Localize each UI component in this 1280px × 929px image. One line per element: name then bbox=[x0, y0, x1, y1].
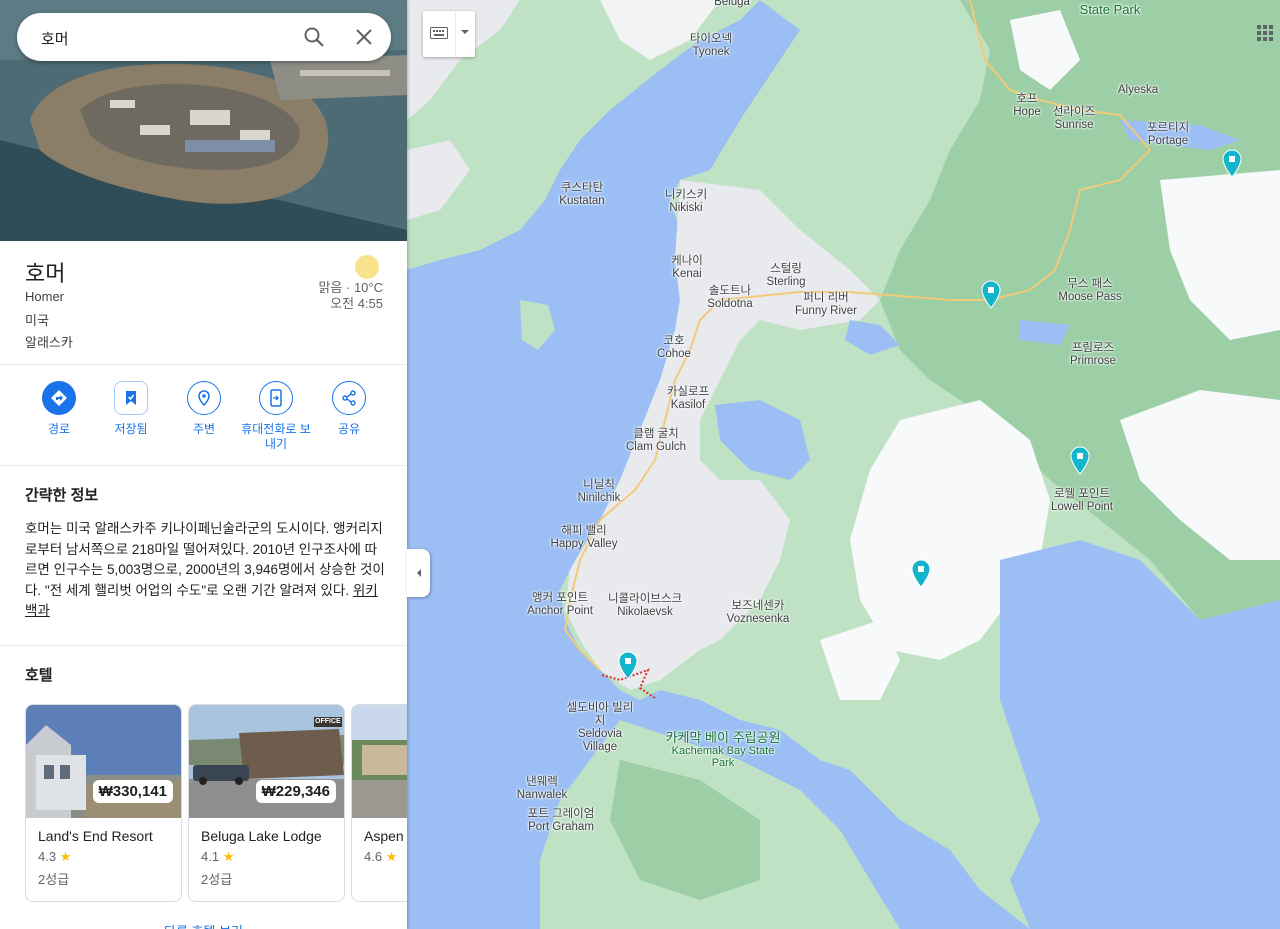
overview-text: 호머는 미국 알래스카주 키나이페닌술라군의 도시이다. 앵커리지로부터 남서쪽… bbox=[25, 521, 385, 618]
map-label-tyonek[interactable]: 타이오넥 Tyonek bbox=[690, 33, 732, 59]
hotel-name: Aspen bbox=[364, 828, 404, 844]
map-label-lowell-point[interactable]: 로웰 포인트 Lowell Point bbox=[1051, 488, 1113, 514]
hotel-photo bbox=[352, 705, 407, 818]
hotel-rating: 4.3 ★ bbox=[38, 849, 72, 864]
star-icon: ★ bbox=[385, 849, 398, 864]
map-label-cohoe[interactable]: 코호 Cohoe bbox=[657, 335, 691, 361]
hotel-class: 2성급 bbox=[38, 872, 70, 887]
divider bbox=[0, 364, 407, 365]
place-region: 알래스카 bbox=[25, 335, 73, 350]
map-label-voznesenka[interactable]: 보즈네센카 Voznesenka bbox=[727, 600, 790, 626]
hotel-card[interactable]: Aspen 4.6 ★ bbox=[351, 704, 407, 902]
chevron-left-icon bbox=[416, 569, 421, 577]
weather-condition: 맑음 · 10°C bbox=[318, 280, 383, 295]
share-button[interactable]: 공유 bbox=[313, 381, 385, 437]
hotel-name: Beluga Lake Lodge bbox=[201, 828, 322, 844]
map-label-nikolaevsk[interactable]: 니콜라이브스크 Nikolaevsk bbox=[608, 593, 682, 619]
hotel-card[interactable]: OFFICE ₩229,346 Beluga Lake Lodge 4.1 ★ … bbox=[188, 704, 345, 902]
map-label-portage[interactable]: 포르티지 Portage bbox=[1147, 122, 1189, 148]
hotel-rating: 4.1 ★ bbox=[201, 849, 235, 864]
map-label-port-graham[interactable]: 포트 그레이엄 Port Graham bbox=[528, 808, 595, 834]
sun-icon bbox=[355, 255, 379, 279]
map-label-beluga[interactable]: Beluga bbox=[714, 0, 750, 9]
keyboard-icon bbox=[430, 27, 448, 39]
map-pin-icon[interactable] bbox=[1069, 445, 1091, 475]
map-label-kenai[interactable]: 케나이 Kenai bbox=[671, 255, 703, 281]
send-to-phone-icon bbox=[270, 389, 282, 407]
directions-icon bbox=[51, 390, 67, 406]
map-label-happy-valley[interactable]: 해피 밸리 Happy Valley bbox=[551, 525, 618, 551]
overview-heading: 간략한 정보 bbox=[25, 487, 99, 504]
map-label-kachemak-bay-state-park[interactable]: 카케막 베이 주립공원 Kachemak Bay State Park bbox=[663, 730, 783, 769]
map-label-kustatan[interactable]: 쿠스타탄 Kustatan bbox=[559, 182, 604, 208]
hotel-name: Land's End Resort bbox=[38, 828, 153, 844]
search-input[interactable] bbox=[39, 25, 293, 51]
map-label-sunrise[interactable]: 선라이즈 Sunrise bbox=[1053, 106, 1095, 132]
map-label-alyeska[interactable]: Alyeska bbox=[1118, 84, 1158, 97]
apps-grid-icon[interactable] bbox=[1256, 24, 1274, 42]
map-label-kasilof[interactable]: 카실로프 Kasilof bbox=[667, 386, 709, 412]
hotel-price: ₩229,346 bbox=[255, 780, 336, 803]
hotel-card[interactable]: ₩330,141 Land's End Resort 4.3 ★ 2성급 bbox=[25, 704, 182, 902]
map-label-moose-pass[interactable]: 무스 패스 Moose Pass bbox=[1058, 278, 1121, 304]
weather-time: 오전 4:55 bbox=[330, 296, 383, 311]
collapse-panel-button[interactable] bbox=[407, 549, 430, 597]
map-label-soldotna[interactable]: 솔도트나 Soldotna bbox=[707, 285, 752, 311]
more-hotels-link[interactable]: 다른 호텔 보기 bbox=[0, 921, 407, 929]
place-panel: 호머 Homer 미국 알래스카 맑음 · 10°C 오전 4:55 경로 저장… bbox=[0, 0, 407, 929]
divider bbox=[0, 465, 407, 466]
map-label-ninilchik[interactable]: 니닐칙 Ninilchik bbox=[578, 479, 621, 505]
map-label-funny-river[interactable]: 퍼니 리버 Funny River bbox=[795, 292, 857, 318]
bookmark-icon bbox=[126, 391, 136, 405]
place-subtitle: Homer bbox=[25, 289, 65, 304]
place-country: 미국 bbox=[25, 313, 49, 328]
keyboard-control[interactable] bbox=[423, 11, 475, 57]
hotels-heading: 호텔 bbox=[25, 667, 53, 684]
divider bbox=[0, 645, 407, 646]
map-label-nanwalek[interactable]: 낸웨렉 Nanwalek bbox=[517, 776, 568, 802]
search-box[interactable] bbox=[17, 13, 391, 61]
share-icon bbox=[342, 390, 356, 406]
map-pin-icon[interactable] bbox=[910, 558, 932, 588]
hotel-price: ₩330,141 bbox=[92, 780, 173, 803]
star-icon: ★ bbox=[59, 849, 72, 864]
map-label-clam-gulch[interactable]: 클램 굴치 Clam Gulch bbox=[626, 428, 686, 454]
hotel-rating: 4.6 ★ bbox=[364, 849, 398, 864]
send-to-phone-button[interactable]: 휴대전화로 보내기 bbox=[240, 381, 312, 452]
nearby-button[interactable]: 주변 bbox=[168, 381, 240, 437]
map-label-anchor-point[interactable]: 앵커 포인트 Anchor Point bbox=[527, 592, 593, 618]
hotel-class: 2성급 bbox=[201, 872, 233, 887]
page-title: 호머 bbox=[25, 261, 66, 286]
map-pin-icon[interactable] bbox=[1221, 148, 1243, 178]
map-label-primrose[interactable]: 프림로즈 Primrose bbox=[1070, 342, 1116, 368]
nearby-icon bbox=[198, 390, 210, 407]
map-label-sterling[interactable]: 스털링 Sterling bbox=[767, 263, 806, 289]
star-icon: ★ bbox=[222, 849, 235, 864]
search-icon[interactable] bbox=[302, 25, 326, 49]
office-sign: OFFICE bbox=[315, 718, 341, 725]
directions-button[interactable]: 경로 bbox=[23, 381, 95, 437]
map-label-hope[interactable]: 호프 Hope bbox=[1013, 93, 1041, 119]
weather-info: 맑음 · 10°C 오전 4:55 bbox=[318, 280, 383, 312]
map-pin-icon[interactable] bbox=[980, 279, 1002, 309]
homer-pin-icon[interactable] bbox=[617, 650, 639, 680]
close-icon[interactable] bbox=[352, 25, 376, 49]
dropdown-arrow-icon[interactable] bbox=[460, 29, 470, 35]
map-label-nikiski[interactable]: 니키스키 Nikiski bbox=[665, 189, 707, 215]
save-button[interactable]: 저장됨 bbox=[95, 381, 167, 437]
map-label-state-park[interactable]: State Park bbox=[1080, 3, 1141, 16]
map-label-seldovia-village[interactable]: 셀도비아 빌리지 Seldovia Village bbox=[565, 702, 635, 754]
